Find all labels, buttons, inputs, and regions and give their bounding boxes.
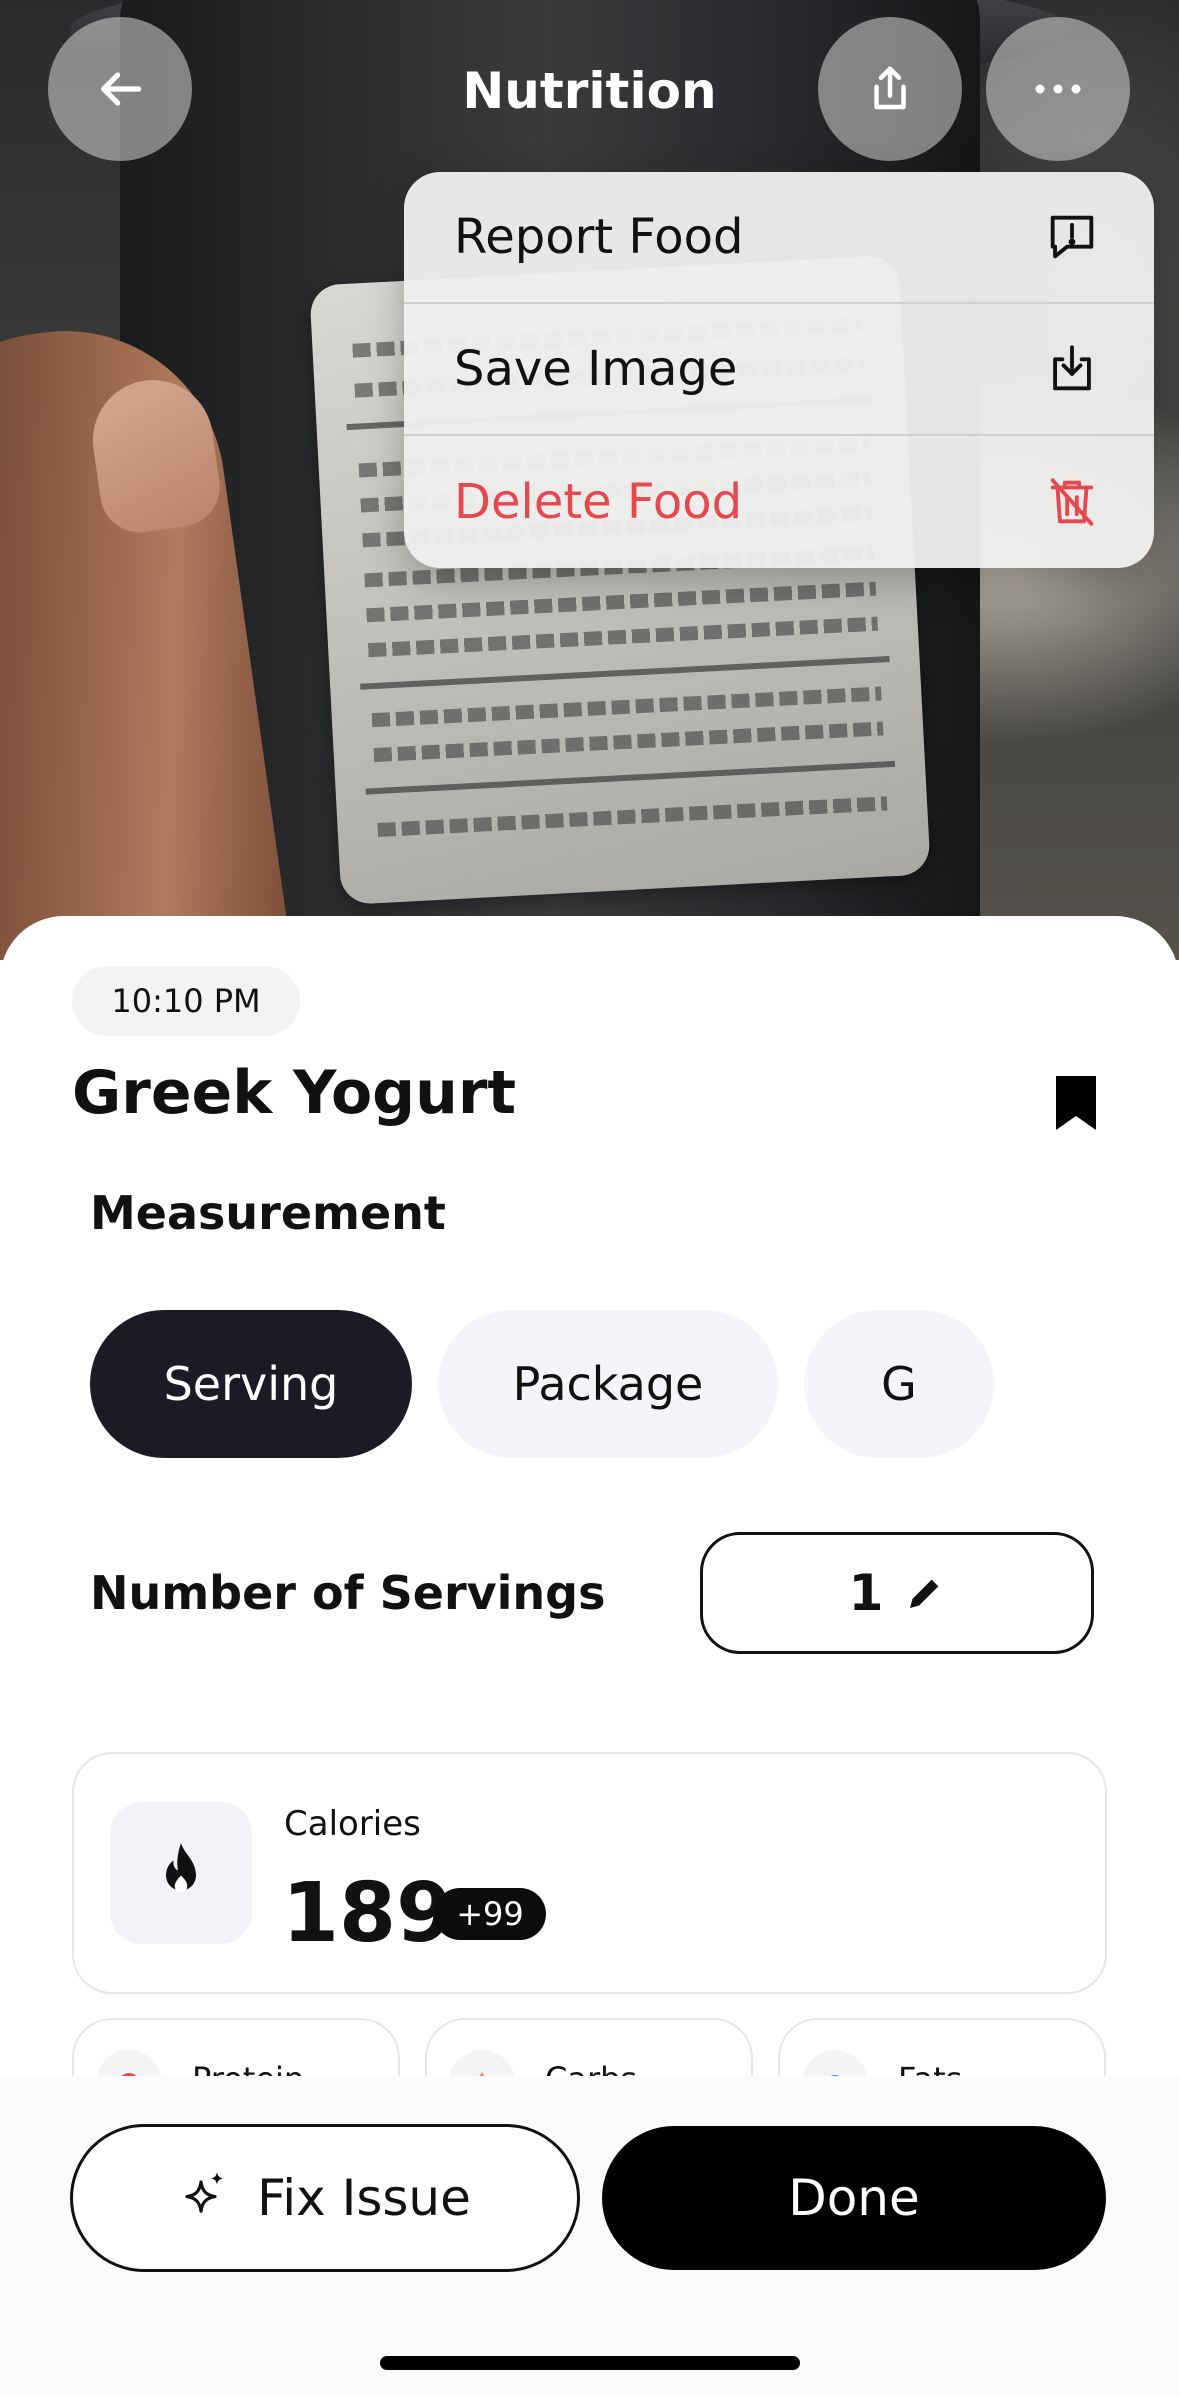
trash-icon bbox=[1042, 472, 1102, 532]
share-button[interactable] bbox=[818, 17, 962, 161]
label-divider bbox=[365, 760, 896, 795]
measurement-option-package[interactable]: Package bbox=[438, 1310, 778, 1458]
fix-issue-label: Fix Issue bbox=[257, 2169, 471, 2227]
calories-delta-badge: +99 bbox=[434, 1888, 546, 1940]
menu-item-save-image[interactable]: Save Image bbox=[404, 304, 1154, 436]
home-indicator bbox=[380, 2356, 800, 2370]
label-text-line bbox=[367, 616, 879, 658]
label-text-line bbox=[371, 686, 882, 728]
pencil-icon bbox=[910, 1579, 939, 1608]
food-title: Greek Yogurt bbox=[72, 1058, 517, 1128]
servings-input[interactable]: 1 bbox=[700, 1532, 1094, 1654]
time-badge: 10:10 PM bbox=[72, 966, 300, 1036]
report-icon bbox=[1042, 207, 1102, 267]
measurement-option-g[interactable]: G bbox=[804, 1310, 994, 1458]
download-icon bbox=[1042, 339, 1102, 399]
menu-item-delete-food[interactable]: Delete Food bbox=[404, 436, 1154, 568]
ellipsis-icon bbox=[1035, 84, 1081, 94]
menu-item-label: Delete Food bbox=[454, 474, 743, 530]
measurement-option-serving[interactable]: Serving bbox=[90, 1310, 412, 1458]
label-text-line bbox=[377, 796, 888, 838]
fix-issue-button[interactable]: Fix Issue bbox=[70, 2124, 580, 2272]
servings-label: Number of Servings bbox=[90, 1566, 606, 1620]
label-text-line bbox=[373, 721, 884, 763]
calories-card[interactable]: Calories 189 +99 bbox=[72, 1752, 1107, 1994]
flame-icon bbox=[166, 1843, 196, 1893]
label-divider bbox=[360, 656, 890, 690]
done-button[interactable]: Done bbox=[602, 2126, 1106, 2270]
measurement-label: Measurement bbox=[90, 1186, 446, 1240]
label-text-line bbox=[366, 581, 877, 623]
menu-item-label: Save Image bbox=[454, 341, 738, 397]
calories-value: 189 bbox=[282, 1866, 454, 1961]
more-options-button[interactable] bbox=[986, 17, 1130, 161]
bookmark-icon[interactable] bbox=[1052, 1074, 1100, 1132]
menu-item-report-food[interactable]: Report Food bbox=[404, 172, 1154, 304]
calories-label: Calories bbox=[284, 1804, 421, 1844]
sparkle-icon bbox=[185, 2172, 224, 2213]
calories-icon-box bbox=[110, 1802, 252, 1944]
share-icon bbox=[874, 66, 906, 110]
servings-value: 1 bbox=[848, 1564, 884, 1622]
menu-item-label: Report Food bbox=[454, 209, 744, 265]
options-menu: Report Food Save Image Delete Food bbox=[404, 172, 1154, 568]
